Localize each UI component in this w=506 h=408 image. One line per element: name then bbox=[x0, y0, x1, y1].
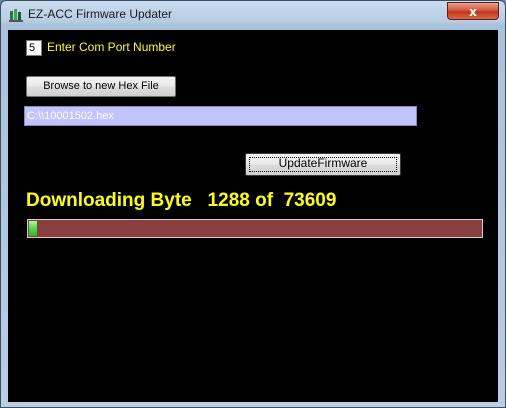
close-icon: x bbox=[469, 5, 477, 19]
window-title: EZ-ACC Firmware Updater bbox=[28, 7, 173, 21]
download-status-text: Downloading Byte 1288 of 73609 bbox=[26, 190, 337, 211]
com-port-input[interactable]: 5 bbox=[26, 40, 42, 56]
download-progress-fill bbox=[29, 221, 37, 236]
update-firmware-button[interactable]: UpdateFirmware bbox=[245, 153, 401, 176]
download-progress-bar bbox=[27, 219, 483, 238]
com-port-label: Enter Com Port Number bbox=[47, 40, 176, 54]
hex-file-path-field[interactable]: C:\\10001502.hex bbox=[24, 106, 417, 126]
update-firmware-label: UpdateFirmware bbox=[278, 156, 368, 170]
title-bar[interactable]: EZ-ACC Firmware Updater x bbox=[1, 1, 505, 29]
browse-hex-file-button[interactable]: Browse to new Hex File bbox=[26, 76, 176, 97]
app-icon bbox=[9, 8, 23, 22]
main-panel: 5 Enter Com Port Number Browse to new He… bbox=[8, 30, 498, 402]
close-button[interactable]: x bbox=[447, 2, 499, 20]
app-window: EZ-ACC Firmware Updater x 5 Enter Com Po… bbox=[0, 0, 506, 408]
